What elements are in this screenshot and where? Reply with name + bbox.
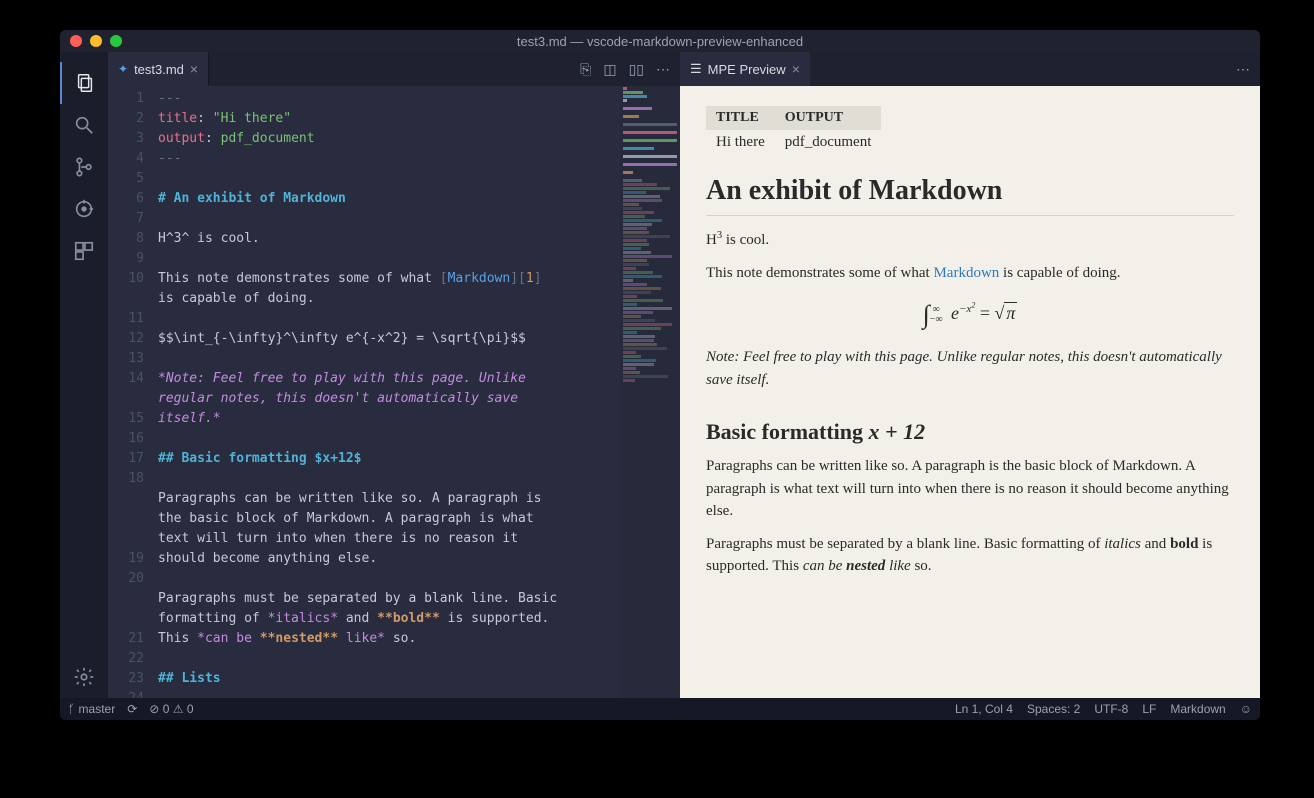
close-window-button[interactable] <box>70 35 82 47</box>
git-branch[interactable]: ᚶ master <box>68 702 115 716</box>
editor-actions: ⎘ ◫ ▯▯ ⋯ <box>580 52 680 86</box>
close-preview-tab-icon[interactable]: × <box>792 61 800 77</box>
feedback-icon[interactable]: ☺ <box>1240 702 1252 716</box>
more-actions-icon[interactable]: ⋯ <box>656 61 670 78</box>
preview-intro-paragraph: This note demonstrates some of what Mark… <box>706 262 1234 285</box>
cursor-position[interactable]: Ln 1, Col 4 <box>955 702 1013 716</box>
split-editor-icon[interactable]: ◫ <box>603 61 616 78</box>
markdown-file-icon: ✦ <box>118 62 128 76</box>
preview-tabs: ☰ MPE Preview × ⋯ <box>680 52 1260 86</box>
meta-value-title: Hi there <box>706 130 775 155</box>
preview-pane[interactable]: TITLE OUTPUT Hi there pdf_document An ex… <box>680 86 1260 698</box>
status-bar: ᚶ master ⟳ ⊘ 0 ⚠ 0 Ln 1, Col 4 Spaces: 2… <box>60 698 1260 720</box>
search-icon[interactable] <box>60 104 108 146</box>
close-tab-icon[interactable]: × <box>190 61 198 77</box>
preview-p3: Paragraphs can be written like so. A par… <box>706 455 1234 523</box>
activity-bar <box>60 52 108 698</box>
markdown-link[interactable]: Markdown <box>933 265 999 281</box>
sync-icon[interactable]: ⟳ <box>127 702 137 716</box>
indentation[interactable]: Spaces: 2 <box>1027 702 1080 716</box>
problems[interactable]: ⊘ 0 ⚠ 0 <box>149 702 193 716</box>
frontmatter-table: TITLE OUTPUT Hi there pdf_document <box>706 106 881 155</box>
language-mode[interactable]: Markdown <box>1170 702 1225 716</box>
meta-header-title: TITLE <box>706 106 775 130</box>
editor-body[interactable]: 123456789101112131415161718192021222324 … <box>108 86 680 698</box>
minimize-window-button[interactable] <box>90 35 102 47</box>
maximize-window-button[interactable] <box>110 35 122 47</box>
open-preview-icon[interactable]: ⎘ <box>580 61 591 78</box>
source-control-icon[interactable] <box>60 146 108 188</box>
preview-h1: An exhibit of Markdown <box>706 175 1234 216</box>
more-preview-actions-icon[interactable]: ⋯ <box>1236 61 1250 78</box>
preview-group: ☰ MPE Preview × ⋯ TITLE OUTPUT Hi there <box>680 52 1260 698</box>
preview-icon: ☰ <box>690 61 702 77</box>
minimap[interactable] <box>620 86 680 698</box>
debug-icon[interactable] <box>60 188 108 230</box>
code-area[interactable]: ---title: "Hi there"output: pdf_document… <box>158 86 620 698</box>
editor-tabs: ✦ test3.md × ⎘ ◫ ▯▯ ⋯ <box>108 52 680 86</box>
encoding[interactable]: UTF-8 <box>1094 702 1128 716</box>
split-editor-vertical-icon[interactable]: ▯▯ <box>629 61 644 78</box>
line-number-gutter: 123456789101112131415161718192021222324 <box>108 86 158 698</box>
tab-label: test3.md <box>134 62 184 77</box>
meta-header-output: OUTPUT <box>775 106 882 130</box>
titlebar: test3.md — vscode-markdown-preview-enhan… <box>60 30 1260 52</box>
meta-value-output: pdf_document <box>775 130 882 155</box>
preview-tab-label: MPE Preview <box>708 62 786 77</box>
preview-note: Note: Feel free to play with this page. … <box>706 346 1234 391</box>
window-title: test3.md — vscode-markdown-preview-enhan… <box>60 34 1260 49</box>
eol[interactable]: LF <box>1142 702 1156 716</box>
tab-mpe-preview[interactable]: ☰ MPE Preview × <box>680 52 810 86</box>
preview-sup-paragraph: H3 is cool. <box>706 228 1234 252</box>
editor-group: ✦ test3.md × ⎘ ◫ ▯▯ ⋯ 123456789101112131… <box>108 52 680 698</box>
traffic-lights <box>60 35 122 47</box>
settings-gear-icon[interactable] <box>60 656 108 698</box>
math-block: ∫∞−∞ e−x2 = √π <box>706 300 1234 330</box>
vscode-window: test3.md — vscode-markdown-preview-enhan… <box>60 30 1260 720</box>
preview-h2-basic: Basic formatting x + 12 <box>706 419 1234 445</box>
explorer-icon[interactable] <box>60 62 108 104</box>
preview-actions: ⋯ <box>1236 52 1260 86</box>
tab-test3-md[interactable]: ✦ test3.md × <box>108 52 209 86</box>
preview-p4: Paragraphs must be separated by a blank … <box>706 533 1234 578</box>
extensions-icon[interactable] <box>60 230 108 272</box>
